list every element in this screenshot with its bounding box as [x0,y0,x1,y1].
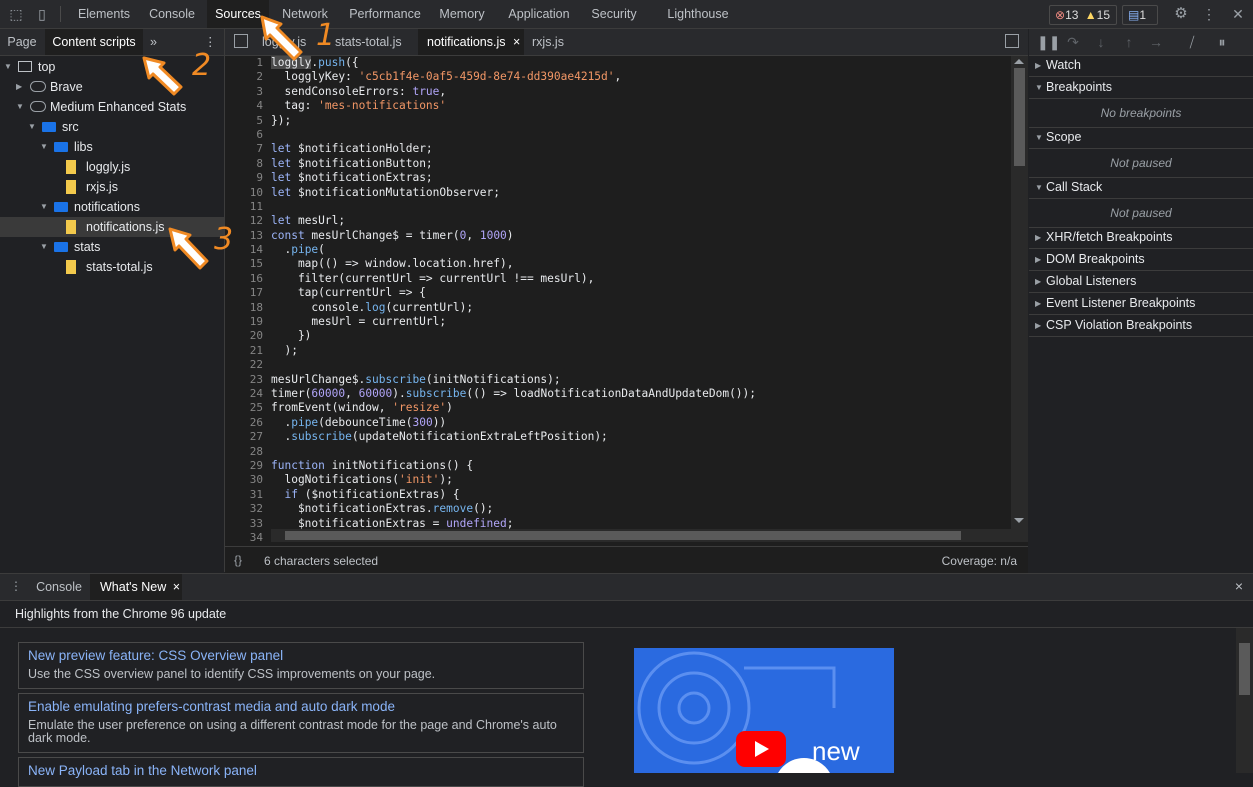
arrow-3 [168,227,209,270]
arrow-2 [142,56,183,96]
arrow-1 [260,15,303,61]
annotation-number-3: 3 [214,222,234,257]
annotation-number-1: 1 [316,18,336,53]
annotation-overlay [142,15,303,270]
annotation-number-2: 2 [192,48,212,83]
